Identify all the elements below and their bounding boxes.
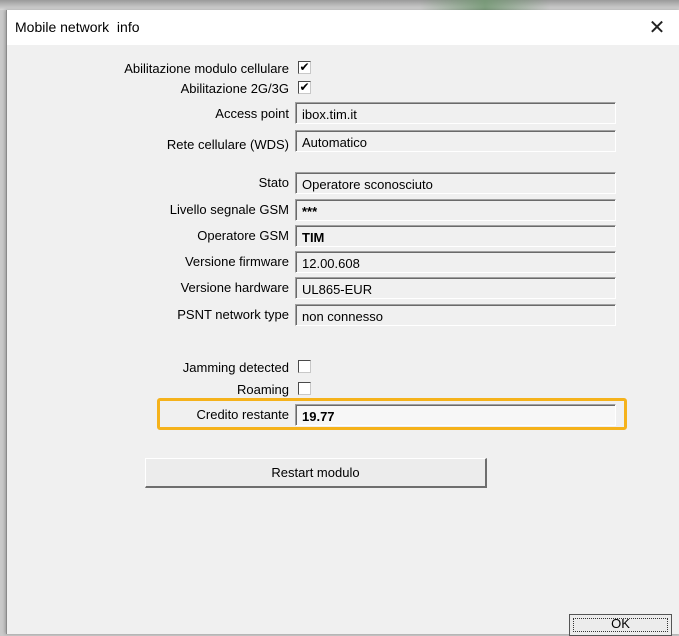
window-title: Mobile network info [15, 19, 140, 35]
enable-2g3g-label: Abilitazione 2G/3G [180, 81, 289, 96]
cellular-network-field[interactable]: Automatico [295, 130, 616, 152]
focus-ring [573, 618, 668, 632]
roaming-checkbox[interactable] [298, 382, 311, 395]
remaining-credit-label: Credito restante [196, 407, 290, 422]
psnt-network-type-field: non connesso [295, 304, 616, 326]
mobile-network-info-dialog: Mobile network info ✕ Abilitazione modul… [6, 10, 679, 636]
enable-cellular-module-checkbox[interactable]: ✔ [298, 61, 311, 74]
enable-cellular-module-label: Abilitazione modulo cellulare [124, 61, 289, 76]
psnt-network-type-label: PSNT network type [177, 307, 289, 322]
jamming-detected-label: Jamming detected [182, 360, 289, 375]
status-field: Operatore sconosciuto [295, 172, 616, 194]
ok-button[interactable]: OK [569, 614, 672, 636]
background-strip [0, 0, 679, 10]
restart-module-button[interactable]: Restart modulo [145, 458, 487, 488]
enable-2g3g-checkbox[interactable]: ✔ [298, 81, 311, 94]
hardware-version-field: UL865-EUR [295, 277, 616, 299]
background-glow [420, 0, 550, 10]
jamming-detected-checkbox[interactable] [298, 360, 311, 373]
access-point-label: Access point [215, 106, 289, 121]
cellular-network-label: Rete cellulare (WDS) [166, 137, 289, 152]
gsm-signal-label: Livello segnale GSM [169, 202, 289, 217]
title-bar: Mobile network info ✕ [7, 10, 679, 45]
hardware-version-label: Versione hardware [180, 280, 289, 295]
remaining-credit-field: 19.77 [295, 404, 616, 426]
gsm-operator-field: TIM [295, 225, 616, 247]
close-button[interactable]: ✕ [634, 10, 679, 45]
firmware-version-label: Versione firmware [184, 254, 289, 269]
firmware-version-field: 12.00.608 [295, 251, 616, 273]
status-label: Stato [258, 175, 289, 190]
roaming-label: Roaming [236, 382, 289, 397]
gsm-operator-label: Operatore GSM [197, 228, 289, 243]
gsm-signal-field: *** [295, 199, 616, 221]
close-icon: ✕ [648, 17, 666, 39]
access-point-field[interactable]: ibox.tim.it [295, 102, 616, 124]
